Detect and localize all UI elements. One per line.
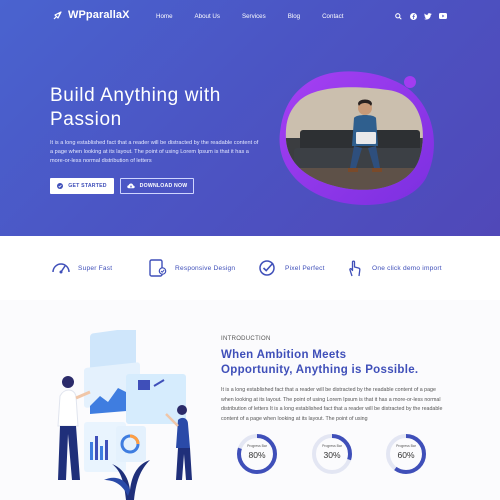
nav-item-services[interactable]: Services bbox=[242, 13, 266, 20]
nav-item-home[interactable]: Home bbox=[156, 13, 173, 20]
facebook-icon[interactable] bbox=[409, 12, 417, 20]
feature-label: Responsive Design bbox=[175, 264, 236, 272]
feature-label: Super Fast bbox=[78, 264, 113, 272]
check-badge-icon bbox=[259, 260, 275, 276]
check-circle-icon bbox=[57, 183, 64, 189]
search-icon[interactable] bbox=[394, 12, 402, 20]
feature-label: Pixel Perfect bbox=[285, 264, 325, 272]
download-now-label: DOWNLOAD NOW bbox=[139, 183, 188, 189]
nav-item-contact[interactable]: Contact bbox=[322, 13, 343, 20]
feature-label: One click demo import bbox=[372, 264, 442, 272]
progress-circle: Progress Bar 30% bbox=[311, 433, 353, 475]
hand-pointer-icon bbox=[349, 260, 361, 277]
nav-item-blog[interactable]: Blog bbox=[288, 13, 300, 20]
feature-pixel-perfect: Pixel Perfect bbox=[257, 258, 325, 278]
progress-value: 80% bbox=[248, 450, 266, 460]
top-navigation: WPparallaX Home About Us Services Blog C… bbox=[0, 0, 500, 34]
progress-circle: Progress Bar 80% bbox=[236, 433, 278, 475]
feature-responsive-design: Responsive Design bbox=[147, 258, 235, 278]
progress-value: 30% bbox=[323, 450, 341, 460]
progress-label: Progress Bar bbox=[396, 444, 416, 448]
feature-one-click-demo-import: One click demo import bbox=[344, 258, 442, 278]
progress-value: 60% bbox=[397, 450, 415, 460]
analytics-illustration bbox=[57, 330, 192, 500]
brand-name: WPparallaX bbox=[68, 9, 130, 21]
get-started-button[interactable]: GET STARTED bbox=[50, 178, 114, 194]
progress-label: Progress Bar bbox=[322, 444, 342, 448]
progress-circle: Progress Bar 60% bbox=[385, 433, 427, 475]
about-section: INTRODUCTION When Ambition Meets Opportu… bbox=[0, 300, 500, 500]
get-started-label: GET STARTED bbox=[68, 183, 107, 189]
download-now-button[interactable]: DOWNLOAD NOW bbox=[120, 178, 194, 194]
hero-description: It is a long established fact that a rea… bbox=[50, 140, 259, 164]
about-description: It is a long established fact that a rea… bbox=[221, 387, 443, 422]
purple-dot-top bbox=[404, 76, 416, 88]
feature-super-fast: Super Fast bbox=[50, 258, 112, 278]
intro-kicker: INTRODUCTION bbox=[221, 336, 271, 342]
rocket-logo-icon bbox=[53, 11, 62, 20]
brand-logo[interactable]: WPparallaX bbox=[52, 9, 130, 21]
about-title: When Ambition Meets Opportunity, Anythin… bbox=[221, 349, 419, 376]
youtube-icon[interactable] bbox=[439, 12, 447, 20]
progress-label: Progress Bar bbox=[247, 444, 267, 448]
hero-section: WPparallaX Home About Us Services Blog C… bbox=[0, 0, 500, 236]
speedometer-icon bbox=[52, 263, 70, 274]
main-menu: Home About Us Services Blog Contact bbox=[156, 13, 365, 20]
features-strip: Super Fast Responsive Design Pixel Perfe… bbox=[0, 236, 500, 300]
cloud-download-icon bbox=[126, 183, 135, 189]
responsive-devices-icon bbox=[149, 259, 167, 277]
twitter-icon[interactable] bbox=[424, 12, 432, 20]
hero-illustration bbox=[279, 71, 434, 205]
nav-item-about-us[interactable]: About Us bbox=[195, 13, 220, 20]
nav-icon-group bbox=[394, 12, 447, 20]
hero-title: Build Anything with Passion bbox=[50, 85, 221, 130]
